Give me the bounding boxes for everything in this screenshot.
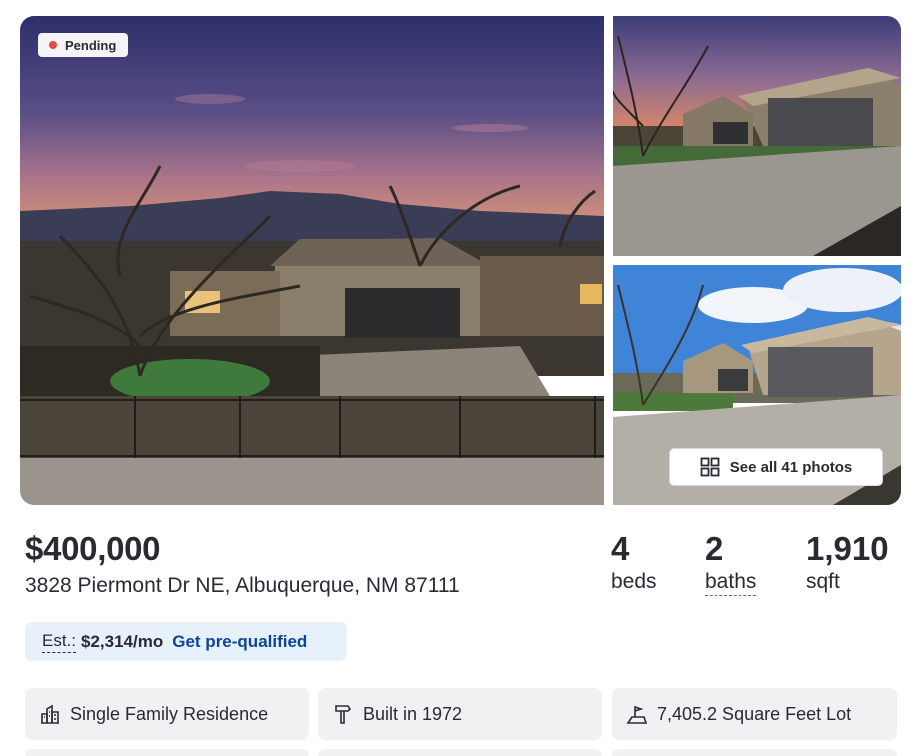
listing-price: $400,000 bbox=[25, 530, 161, 567]
fact-lot-size: 7,405.2 Square Feet Lot bbox=[612, 688, 897, 740]
stat-baths[interactable]: 2 baths bbox=[705, 530, 757, 596]
beds-value: 4 bbox=[611, 530, 630, 567]
fact-home-type: Single Family Residence bbox=[25, 688, 309, 740]
fact-lot-size-text: 7,405.2 Square Feet Lot bbox=[657, 703, 852, 724]
fact-home-type-text: Single Family Residence bbox=[70, 703, 269, 724]
home-type-icon bbox=[41, 704, 59, 724]
baths-value: 2 bbox=[705, 530, 724, 567]
photo-gallery: Pending See all 41 photos bbox=[20, 16, 901, 505]
fact-card-partial bbox=[318, 749, 602, 756]
estimate-amount: $2,314/mo bbox=[81, 631, 164, 651]
sqft-label: sqft bbox=[806, 570, 840, 593]
fact-year-built: Built in 1972 bbox=[318, 688, 602, 740]
sqft-value: 1,910 bbox=[806, 530, 889, 567]
fact-card-partial bbox=[612, 749, 897, 756]
fact-card-partial bbox=[25, 749, 309, 756]
see-all-photos-label: See all 41 photos bbox=[729, 458, 853, 476]
side-photo-bottom[interactable]: See all 41 photos bbox=[613, 265, 901, 505]
beds-label: beds bbox=[611, 570, 657, 593]
payment-estimate: Est.: $2,314/mo Get pre-qualified bbox=[25, 622, 347, 661]
baths-label[interactable]: baths bbox=[705, 570, 757, 596]
estimate-label[interactable]: Est.: bbox=[42, 631, 77, 653]
hammer-icon bbox=[335, 705, 352, 724]
lot-size-icon bbox=[626, 705, 648, 724]
main-photo[interactable]: Pending bbox=[20, 16, 604, 505]
stat-sqft: 1,910 sqft bbox=[806, 530, 889, 594]
status-badge: Pending bbox=[38, 33, 129, 57]
main-photo-image bbox=[20, 16, 604, 505]
listing-address: 3828 Piermont Dr NE, Albuquerque, NM 871… bbox=[25, 574, 460, 597]
facts-row: Single Family Residence Built in 1972 7,… bbox=[25, 688, 897, 740]
see-all-photos-button[interactable]: See all 41 photos bbox=[669, 448, 883, 486]
facts-row-second bbox=[25, 749, 897, 756]
photo-grid-icon bbox=[700, 457, 720, 477]
side-photo-top-image bbox=[613, 16, 901, 256]
status-dot-icon bbox=[49, 41, 57, 49]
fact-year-built-text: Built in 1972 bbox=[363, 703, 463, 724]
get-prequalified-link[interactable]: Get pre-qualified bbox=[172, 632, 307, 652]
side-photo-top[interactable] bbox=[613, 16, 901, 256]
status-label: Pending bbox=[65, 37, 117, 53]
stat-beds: 4 beds bbox=[611, 530, 657, 594]
